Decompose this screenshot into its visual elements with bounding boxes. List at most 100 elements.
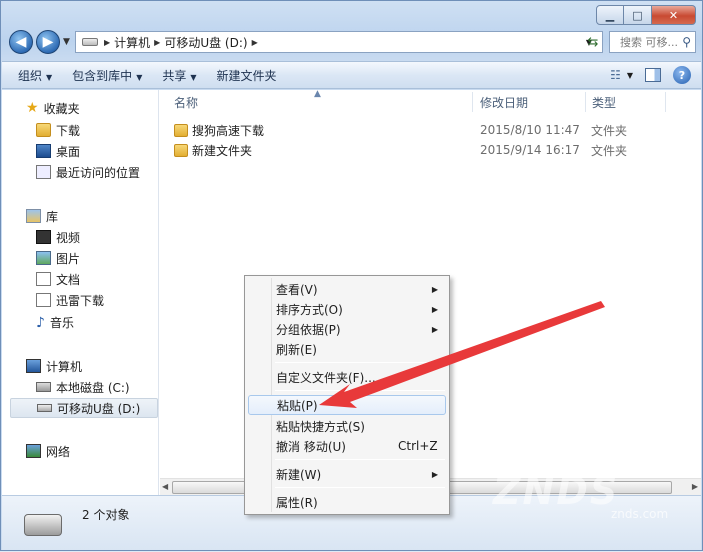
nav-label: 文档 <box>56 272 81 287</box>
menu-item-group[interactable]: 分组依据(P) ▶ <box>248 319 446 339</box>
thunder-downloads-icon <box>36 293 51 307</box>
refresh-button[interactable]: ⇆ <box>581 31 605 53</box>
folder-icon <box>174 143 188 157</box>
submenu-arrow-icon: ▶ <box>431 324 438 334</box>
minimize-button[interactable]: ▁ <box>596 5 624 25</box>
nav-network[interactable]: 网络 <box>26 441 70 461</box>
file-row[interactable]: 新建文件夹 2015/9/14 16:17 文件夹 <box>170 140 690 160</box>
menu-separator <box>275 459 445 460</box>
preview-pane-icon[interactable] <box>645 68 661 82</box>
library-icon <box>26 209 41 223</box>
explorer-window: ▁ □ ✕ ◀ ▶ ▼ ▶ 计算机 ▶ 可移动U盘 (D:) ▶ ▼ ⇆ 搜索 … <box>0 0 703 551</box>
close-button[interactable]: ✕ <box>652 5 696 25</box>
submenu-arrow-icon: ▶ <box>431 284 438 294</box>
nav-music[interactable]: ♪ 音乐 <box>36 312 74 332</box>
search-placeholder: 搜索 可移... <box>620 36 678 49</box>
share-label: 共享 <box>162 68 187 83</box>
column-header-type[interactable]: 类型 <box>592 90 616 114</box>
nav-thunder[interactable]: 迅雷下载 <box>36 290 104 310</box>
include-in-library-button[interactable]: 包含到库中 ▼ <box>72 67 142 84</box>
watermark-domain: znds.com <box>611 507 669 521</box>
menu-item-refresh[interactable]: 刷新(E) <box>248 339 446 359</box>
desktop-icon <box>36 144 51 158</box>
navigation-pane: ★ 收藏夹 下载 桌面 最近访问的位置 库 视频 图片 文档 迅雷下载 ♪ 音乐 计… <box>2 90 159 495</box>
menu-item-paste-shortcut[interactable]: 粘贴快捷方式(S) <box>248 416 446 436</box>
new-folder-button[interactable]: 新建文件夹 <box>217 67 277 84</box>
nav-pictures[interactable]: 图片 <box>36 248 80 268</box>
menu-label: 查看(V) <box>276 282 318 297</box>
maximize-button[interactable]: □ <box>624 5 652 25</box>
breadcrumb-separator-icon[interactable]: ▶ <box>252 38 258 47</box>
context-menu: 查看(V) ▶ 排序方式(O) ▶ 分组依据(P) ▶ 刷新(E) 自定义文件夹(F)… <box>244 275 450 515</box>
share-button[interactable]: 共享 ▼ <box>162 67 196 84</box>
navigation-row: ◀ ▶ ▼ ▶ 计算机 ▶ 可移动U盘 (D:) ▶ ▼ ⇆ 搜索 可移... … <box>9 29 696 57</box>
menu-separator <box>275 390 445 391</box>
nav-label: 可移动U盘 (D:) <box>57 401 141 416</box>
file-date: 2015/9/14 16:17 <box>480 143 580 157</box>
forward-button[interactable]: ▶ <box>36 30 60 54</box>
breadcrumb-separator-icon[interactable]: ▶ <box>154 38 160 47</box>
nav-documents[interactable]: 文档 <box>36 269 80 289</box>
help-icon[interactable]: ? <box>673 66 691 84</box>
menu-item-view[interactable]: 查看(V) ▶ <box>248 279 446 299</box>
organize-label: 组织 <box>18 68 43 83</box>
chevron-down-icon: ▼ <box>190 72 197 82</box>
view-dropdown-icon[interactable]: ▼ <box>627 71 633 80</box>
organize-button[interactable]: 组织 ▼ <box>18 67 52 84</box>
breadcrumb-computer[interactable]: 计算机 <box>114 34 150 51</box>
menu-separator <box>275 362 445 363</box>
nav-label: 视频 <box>56 230 81 245</box>
sort-ascending-icon: ▲ <box>314 89 321 99</box>
nav-label: 下载 <box>56 123 81 138</box>
column-divider[interactable] <box>472 92 473 112</box>
minimize-icon: ▁ <box>605 8 615 22</box>
column-header-date[interactable]: 修改日期 <box>480 90 528 114</box>
scroll-right-icon[interactable]: ▶ <box>692 482 698 491</box>
column-divider[interactable] <box>585 92 586 112</box>
window-caption-buttons: ▁ □ ✕ <box>596 5 696 25</box>
menu-item-sort[interactable]: 排序方式(O) ▶ <box>248 299 446 319</box>
menu-item-paste[interactable]: 粘贴(P) <box>248 395 446 415</box>
nav-label: 图片 <box>56 251 81 266</box>
file-row[interactable]: 搜狗高速下载 2015/8/10 11:47 文件夹 <box>170 120 690 140</box>
menu-item-customize-folder[interactable]: 自定义文件夹(F)... <box>248 367 446 387</box>
scroll-left-icon[interactable]: ◀ <box>162 482 168 491</box>
breadcrumb-separator-icon[interactable]: ▶ <box>104 38 110 47</box>
address-bar[interactable]: ▶ 计算机 ▶ 可移动U盘 (D:) ▶ ▼ <box>75 31 603 53</box>
arrow-right-icon: ▶ <box>42 34 54 50</box>
menu-label: 自定义文件夹(F)... <box>276 370 376 385</box>
back-button[interactable]: ◀ <box>9 30 33 54</box>
nav-video[interactable]: 视频 <box>36 227 80 247</box>
nav-label: 网络 <box>46 444 71 459</box>
search-input[interactable]: 搜索 可移... ⚲ <box>609 31 696 53</box>
nav-desktop[interactable]: 桌面 <box>36 141 80 161</box>
nav-label: 桌面 <box>56 144 81 159</box>
column-header-name[interactable]: 名称 <box>174 90 198 114</box>
toolbar-right: ☷ ▼ ? <box>598 66 691 84</box>
item-count: 2 个对象 <box>82 508 130 522</box>
nav-computer[interactable]: 计算机 <box>26 356 82 376</box>
menu-item-new[interactable]: 新建(W) ▶ <box>248 464 446 484</box>
breadcrumb-usb-drive[interactable]: 可移动U盘 (D:) <box>164 34 247 51</box>
watermark-logo: ZNDS <box>493 469 620 513</box>
usb-drive-icon <box>37 404 52 412</box>
nav-usb-drive[interactable]: 可移动U盘 (D:) <box>10 398 158 418</box>
column-divider[interactable] <box>665 92 666 112</box>
nav-recent[interactable]: 最近访问的位置 <box>36 162 140 182</box>
search-icon[interactable]: ⚲ <box>682 35 691 49</box>
menu-label: 撤消 移动(U) <box>276 439 346 454</box>
nav-favorites[interactable]: ★ 收藏夹 <box>26 98 80 118</box>
music-note-icon: ♪ <box>36 315 45 331</box>
chevron-down-icon: ▼ <box>46 72 53 82</box>
command-toolbar: 组织 ▼ 包含到库中 ▼ 共享 ▼ 新建文件夹 ☷ ▼ ? <box>2 61 701 89</box>
view-options-icon[interactable]: ☷ <box>610 68 621 82</box>
nav-label: 计算机 <box>46 359 83 374</box>
nav-downloads[interactable]: 下载 <box>36 120 80 140</box>
menu-item-undo-move[interactable]: 撤消 移动(U) Ctrl+Z <box>248 436 446 456</box>
recent-places-icon <box>36 165 51 179</box>
menu-item-properties[interactable]: 属性(R) <box>248 492 446 512</box>
close-icon: ✕ <box>668 8 679 22</box>
recent-pages-dropdown[interactable]: ▼ <box>63 37 70 47</box>
nav-local-disk[interactable]: 本地磁盘 (C:) <box>36 377 130 397</box>
nav-library[interactable]: 库 <box>26 206 58 226</box>
